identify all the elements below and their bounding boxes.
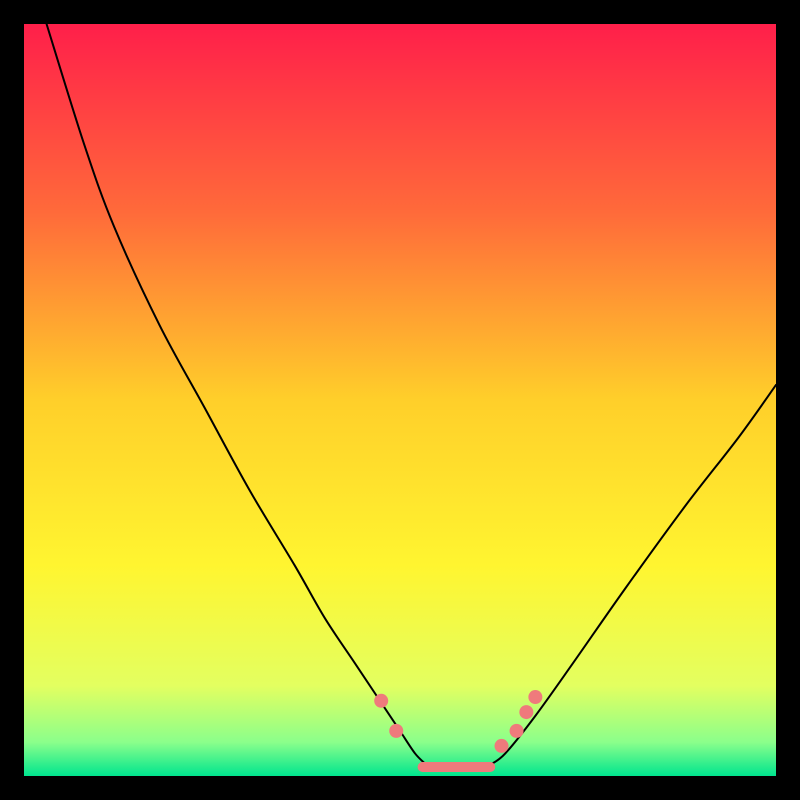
gradient-background <box>24 24 776 776</box>
data-marker <box>528 690 542 704</box>
data-marker <box>374 694 388 708</box>
bottleneck-chart <box>24 24 776 776</box>
data-marker <box>519 705 533 719</box>
data-marker <box>495 739 509 753</box>
chart-frame: TheBottleneck.com <box>24 24 776 776</box>
data-marker <box>510 724 524 738</box>
data-marker <box>389 724 403 738</box>
